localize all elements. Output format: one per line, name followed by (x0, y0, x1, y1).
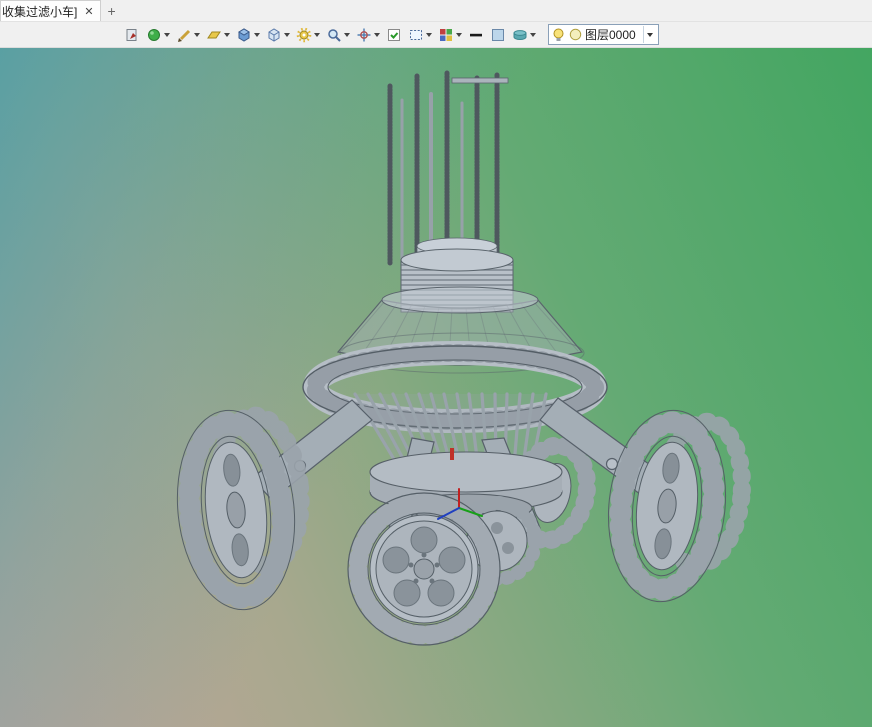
model-threaded-rods (387, 70, 509, 266)
solid-display-icon[interactable] (234, 25, 262, 45)
dropdown-arrow-icon[interactable] (254, 32, 260, 37)
tab-label: 收集过滤小车] (2, 4, 78, 19)
zoom-icon[interactable] (324, 25, 352, 45)
cad-window: 收集过滤小车] ✕ + 图层0000 (0, 0, 872, 727)
gear-tool-icon[interactable] (294, 25, 322, 45)
color-swatch-icon[interactable] (488, 25, 508, 45)
dropdown-arrow-icon[interactable] (344, 32, 350, 37)
viewport-canvas[interactable] (0, 48, 872, 727)
document-tab[interactable]: 收集过滤小车] ✕ (0, 0, 101, 21)
model-right-wheel (607, 409, 751, 603)
layer-color-dot-icon (569, 28, 582, 41)
dropdown-arrow-icon[interactable] (530, 32, 536, 37)
layer-name-label: 图层0000 (585, 28, 636, 42)
dropdown-arrow-icon[interactable] (456, 32, 462, 37)
line-width-icon[interactable] (466, 25, 486, 45)
dropdown-arrow-icon[interactable] (194, 32, 200, 37)
dropdown-arrow-icon[interactable] (314, 32, 320, 37)
datum-plane-icon[interactable] (204, 25, 232, 45)
layer-dropdown-button[interactable] (642, 26, 657, 43)
layer-visibility-bulb-icon[interactable] (551, 27, 566, 43)
wireframe-display-icon[interactable] (264, 25, 292, 45)
model-red-marker (450, 448, 454, 460)
window-select-icon[interactable] (406, 25, 434, 45)
tab-close-icon[interactable]: ✕ (82, 5, 95, 18)
new-tab-button[interactable]: + (101, 0, 123, 21)
dropdown-arrow-icon[interactable] (164, 32, 170, 37)
render-material-icon[interactable] (144, 25, 172, 45)
model-left-wheel (176, 406, 310, 611)
dropdown-arrow-icon[interactable] (374, 32, 380, 37)
main-toolbar: 图层0000 (0, 22, 872, 48)
tab-bar: 收集过滤小车] ✕ + (0, 0, 872, 22)
color-palette-icon[interactable] (436, 25, 464, 45)
view-orientation-icon[interactable] (354, 25, 382, 45)
dropdown-arrow-icon[interactable] (284, 32, 290, 37)
sketch-pencil-icon[interactable] (174, 25, 202, 45)
dropdown-arrow-icon[interactable] (224, 32, 230, 37)
chevron-down-icon (647, 32, 654, 37)
dropdown-arrow-icon[interactable] (426, 32, 432, 37)
layer-combo[interactable]: 图层0000 (548, 24, 659, 45)
model-front-wheel (347, 492, 501, 646)
export-view-icon[interactable] (122, 25, 142, 45)
select-filter-icon[interactable] (384, 25, 404, 45)
surface-style-icon[interactable] (510, 25, 538, 45)
model-3d-view (176, 70, 751, 646)
